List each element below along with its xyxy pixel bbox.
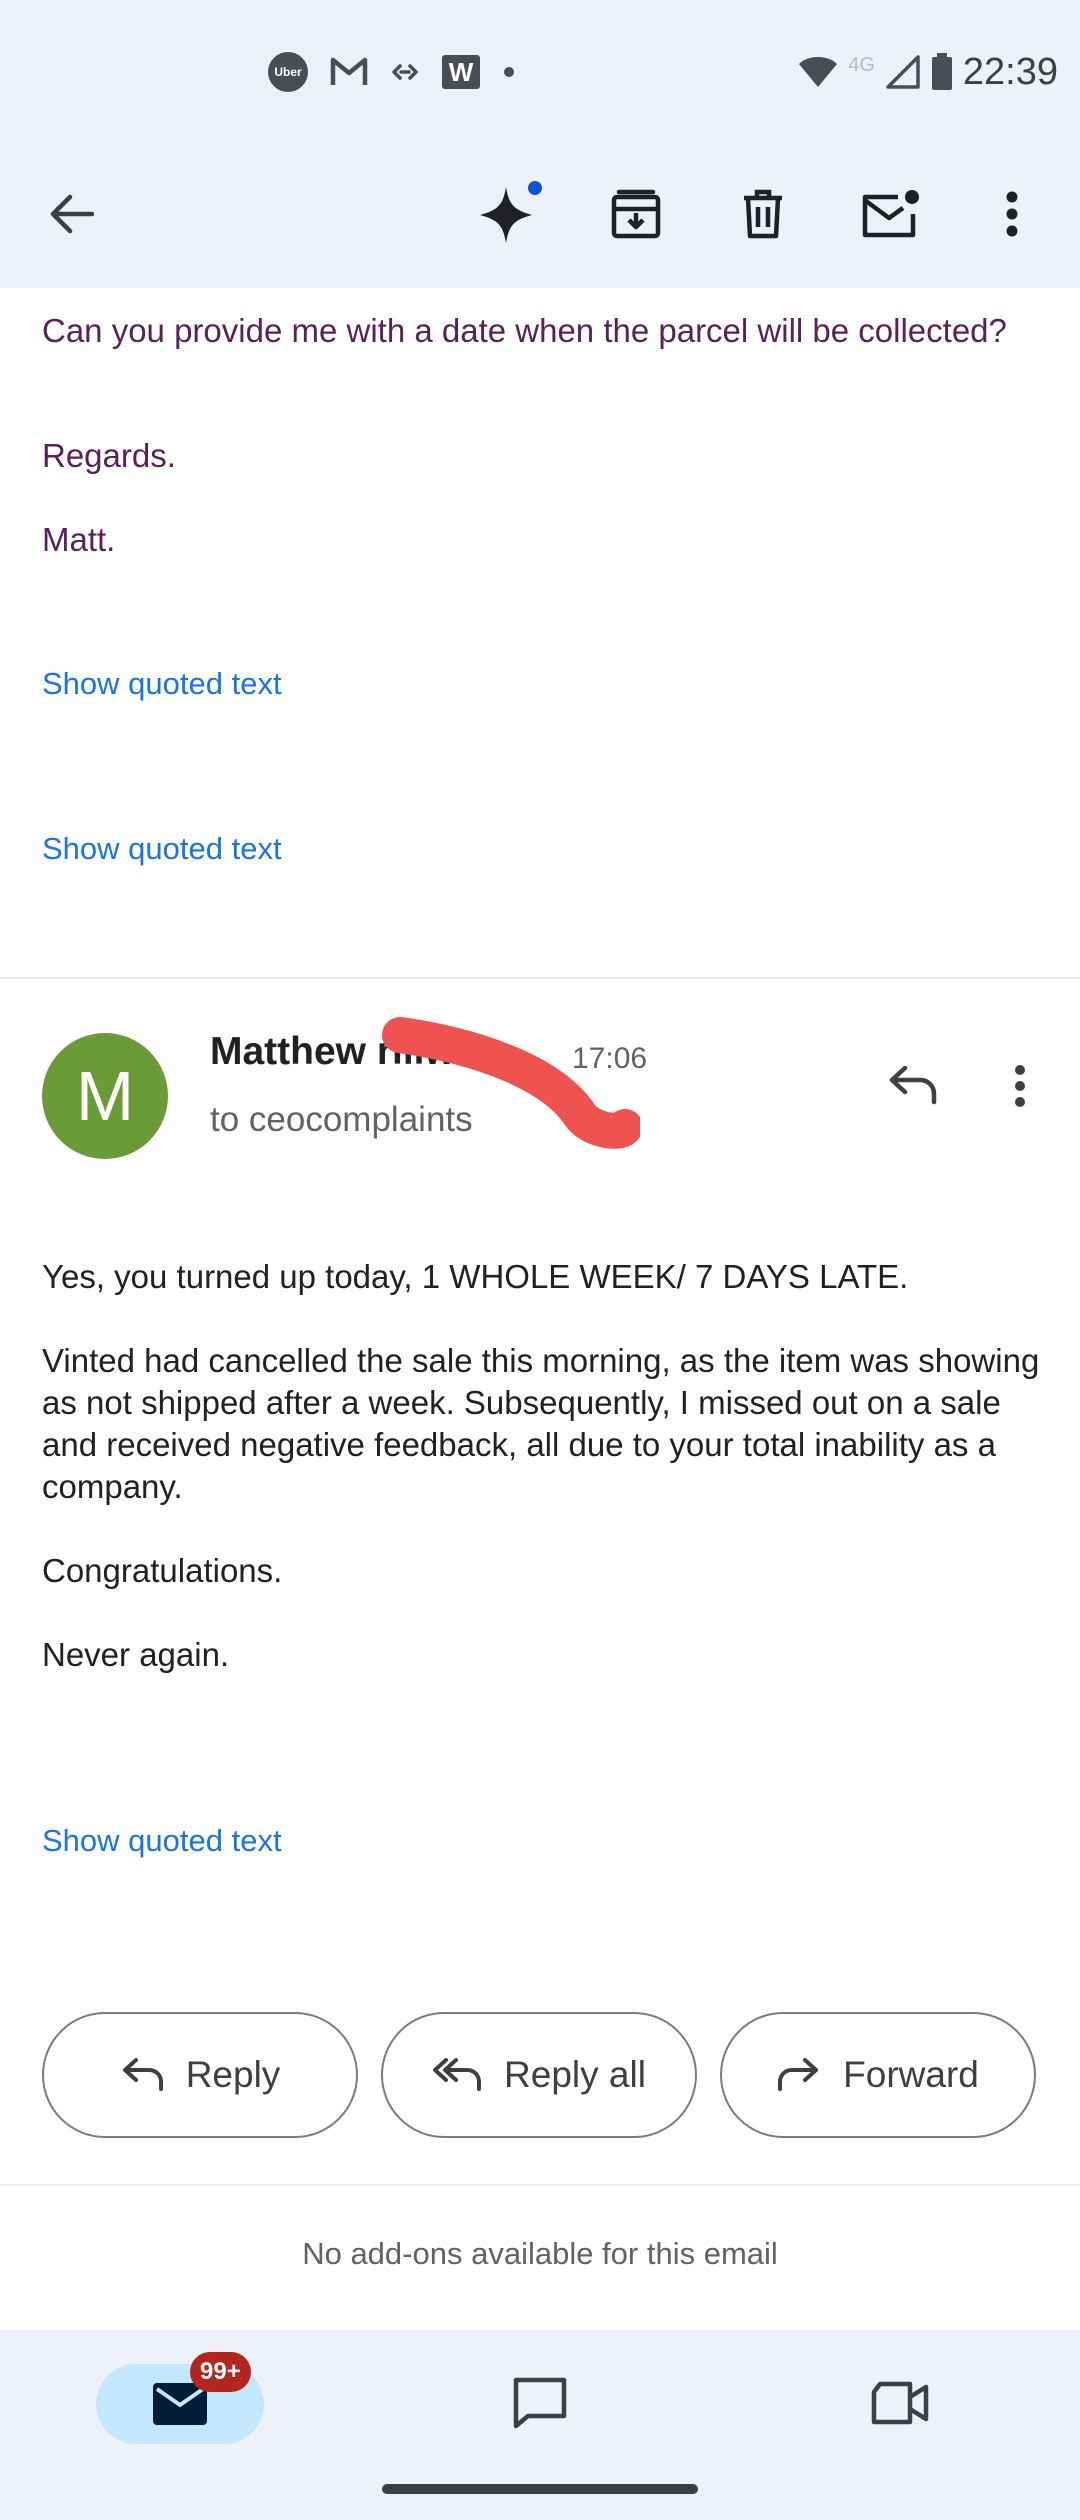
redaction-scribble (382, 1017, 640, 1149)
home-gesture-bar[interactable] (382, 2484, 698, 2494)
unread-count-badge: 99+ (190, 2352, 251, 2392)
back-arrow-icon (50, 194, 94, 234)
system-indicators: 4G 22:39 (798, 48, 1058, 96)
app-bar (0, 140, 1080, 288)
mark-unread-button[interactable] (850, 174, 930, 254)
gemini-button[interactable] (469, 174, 549, 254)
gmail-icon (330, 52, 368, 92)
notification-icons: Uber W (268, 52, 516, 92)
reply-icon (122, 2058, 163, 2091)
message-more-button[interactable] (1000, 1061, 1040, 1111)
delete-button[interactable] (723, 174, 803, 254)
reply-icon (889, 1066, 937, 1105)
reply-label: Reply (185, 2054, 281, 2095)
forward-button[interactable]: Forward (720, 2012, 1036, 2138)
wifi-icon (799, 57, 838, 87)
dot-icon (502, 52, 516, 92)
signal-icon (886, 55, 920, 89)
nav-meet-tab[interactable] (860, 2368, 940, 2438)
more-vert-icon (1015, 1065, 1025, 1107)
status-bar: Uber W 4G 22:39 (0, 0, 1080, 140)
show-quoted-text-link[interactable]: Show quoted text (42, 831, 282, 867)
nav-chat-tab[interactable] (500, 2368, 580, 2438)
show-quoted-text-link[interactable]: Show quoted text (42, 1823, 282, 1859)
quoted-question: Can you provide me with a date when the … (42, 312, 1007, 349)
reply-all-icon (433, 2058, 482, 2091)
archive-icon (611, 189, 661, 239)
link-icon (390, 52, 420, 92)
addons-message: No add-ons available for this email (302, 2236, 778, 2271)
uber-icon: Uber (268, 52, 308, 92)
w-app-icon: W (442, 55, 480, 89)
back-button[interactable] (31, 174, 111, 254)
battery-icon (931, 53, 952, 90)
trash-icon (744, 189, 782, 239)
forward-icon (778, 2058, 819, 2091)
quoted-regards: Regards. (42, 437, 176, 474)
reply-icon-button[interactable] (872, 1046, 952, 1126)
meet-icon (871, 2381, 929, 2425)
forward-label: Forward (843, 2054, 979, 2095)
mark-unread-icon (862, 190, 919, 238)
more-vert-icon (1006, 191, 1018, 237)
archive-button[interactable] (596, 174, 676, 254)
clock: 22:39 (962, 50, 1058, 93)
body-paragraph: Never again. (42, 1636, 230, 1673)
reply-button[interactable]: Reply (42, 2012, 358, 2138)
addons-divider (0, 2184, 1080, 2186)
mail-icon (153, 2383, 207, 2425)
reply-all-label: Reply all (504, 2054, 646, 2095)
quoted-signature: Matt. (42, 521, 116, 558)
body-paragraph: Vinted had cancelled the sale this morni… (42, 1342, 1040, 1505)
avatar[interactable]: M (42, 1033, 168, 1159)
more-options-button[interactable] (972, 174, 1052, 254)
network-type: 4G (848, 53, 875, 76)
body-paragraph: Congratulations. (42, 1552, 283, 1589)
body-paragraph: Yes, you turned up today, 1 WHOLE WEEK/ … (42, 1258, 909, 1295)
message-divider (0, 977, 1080, 979)
show-quoted-text-link[interactable]: Show quoted text (42, 666, 282, 702)
gemini-sparkle-icon (480, 181, 542, 243)
reply-all-button[interactable]: Reply all (381, 2012, 697, 2138)
chat-icon (513, 2377, 567, 2429)
